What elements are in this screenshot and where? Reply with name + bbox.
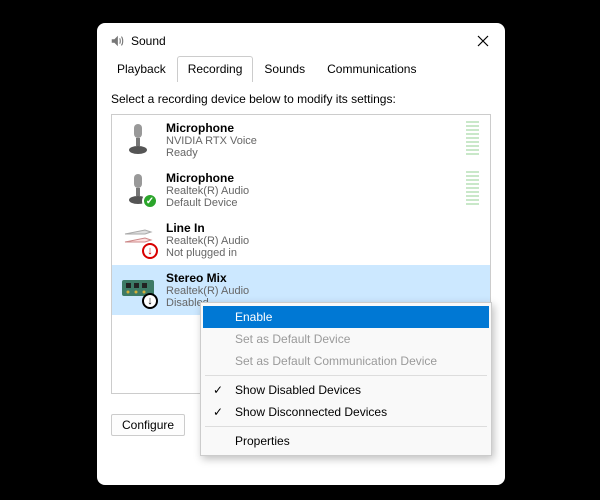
tab-bar: Playback Recording Sounds Communications xyxy=(97,55,505,82)
device-desc: Realtek(R) Audio xyxy=(166,285,482,297)
device-desc: NVIDIA RTX Voice xyxy=(166,135,456,147)
menu-show-disconnected[interactable]: ✓ Show Disconnected Devices xyxy=(203,401,489,423)
level-meter xyxy=(466,171,480,205)
device-desc: Realtek(R) Audio xyxy=(166,185,456,197)
default-check-icon xyxy=(142,193,158,209)
menu-properties[interactable]: Properties xyxy=(203,430,489,452)
window-title: Sound xyxy=(131,34,166,48)
device-item[interactable]: Line In Realtek(R) Audio Not plugged in xyxy=(112,215,490,265)
tab-recording[interactable]: Recording xyxy=(177,56,254,82)
configure-button[interactable]: Configure xyxy=(111,414,185,436)
device-name: Microphone xyxy=(166,121,456,135)
menu-set-default: Set as Default Device xyxy=(203,328,489,350)
microphone-icon xyxy=(120,171,156,207)
titlebar: Sound xyxy=(97,23,505,55)
check-icon: ✓ xyxy=(213,405,223,419)
level-meter xyxy=(466,121,480,155)
divider xyxy=(205,426,487,427)
device-status: Ready xyxy=(166,147,456,159)
soundcard-icon xyxy=(120,271,156,307)
tab-sounds[interactable]: Sounds xyxy=(253,56,316,82)
device-status: Not plugged in xyxy=(166,247,482,259)
device-status: Default Device xyxy=(166,197,456,209)
line-in-icon xyxy=(120,221,156,257)
disabled-icon xyxy=(142,293,158,309)
device-name: Stereo Mix xyxy=(166,271,482,285)
device-item[interactable]: Microphone Realtek(R) Audio Default Devi… xyxy=(112,165,490,215)
device-item[interactable]: Microphone NVIDIA RTX Voice Ready xyxy=(112,115,490,165)
microphone-icon xyxy=(120,121,156,157)
context-menu: Enable Set as Default Device Set as Defa… xyxy=(200,302,492,456)
unplugged-icon xyxy=(142,243,158,259)
tab-communications[interactable]: Communications xyxy=(316,56,427,82)
tab-playback[interactable]: Playback xyxy=(106,56,177,82)
device-name: Line In xyxy=(166,221,482,235)
menu-label: Show Disconnected Devices xyxy=(235,405,387,419)
speaker-icon xyxy=(109,33,125,49)
menu-enable[interactable]: Enable xyxy=(203,306,489,328)
check-icon: ✓ xyxy=(213,383,223,397)
menu-label: Show Disabled Devices xyxy=(235,383,361,397)
divider xyxy=(205,375,487,376)
instruction-text: Select a recording device below to modif… xyxy=(111,92,491,106)
device-name: Microphone xyxy=(166,171,456,185)
menu-show-disabled[interactable]: ✓ Show Disabled Devices xyxy=(203,379,489,401)
menu-set-default-comm: Set as Default Communication Device xyxy=(203,350,489,372)
device-desc: Realtek(R) Audio xyxy=(166,235,482,247)
close-button[interactable] xyxy=(473,31,493,51)
